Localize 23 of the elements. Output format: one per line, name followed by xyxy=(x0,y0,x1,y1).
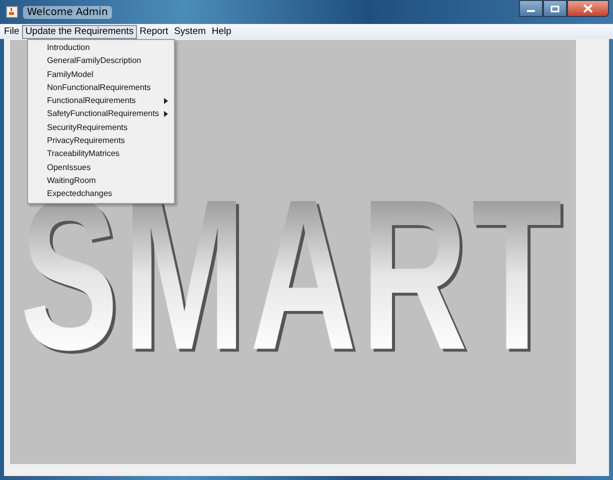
menu-option[interactable]: FunctionalRequirements xyxy=(28,94,174,108)
close-icon xyxy=(583,4,593,13)
menu-item[interactable]: Update the Requirements xyxy=(22,24,137,38)
menu-option[interactable]: GeneralFamilyDescription xyxy=(28,54,174,68)
menu-item[interactable]: Report xyxy=(136,24,172,38)
menu-item[interactable]: File xyxy=(1,24,22,38)
menu-option[interactable]: NonFunctionalRequirements xyxy=(28,80,174,94)
menu-option[interactable]: OpenIssues xyxy=(28,160,174,174)
minimize-button[interactable] xyxy=(519,0,543,17)
menu-item[interactable]: System xyxy=(171,24,209,38)
menu-option[interactable]: SafetyFunctionalRequirements xyxy=(28,107,174,121)
menu-item[interactable]: Help xyxy=(208,24,234,38)
close-button[interactable] xyxy=(567,0,609,17)
menu-option[interactable]: SecurityRequirements xyxy=(28,120,174,134)
menu-option[interactable]: PrivacyRequirements xyxy=(28,134,174,148)
java-cup-icon xyxy=(6,6,18,18)
maximize-icon xyxy=(550,4,560,12)
menu-option[interactable]: FamilyModel xyxy=(28,68,174,81)
menu-option[interactable]: TraceabilityMatrices xyxy=(28,147,174,161)
menu-option[interactable]: Introduction xyxy=(28,41,174,54)
maximize-button[interactable] xyxy=(543,0,567,17)
window-title: Welcome Admin xyxy=(23,6,112,18)
menu-option[interactable]: WaitingRoom xyxy=(28,174,174,188)
